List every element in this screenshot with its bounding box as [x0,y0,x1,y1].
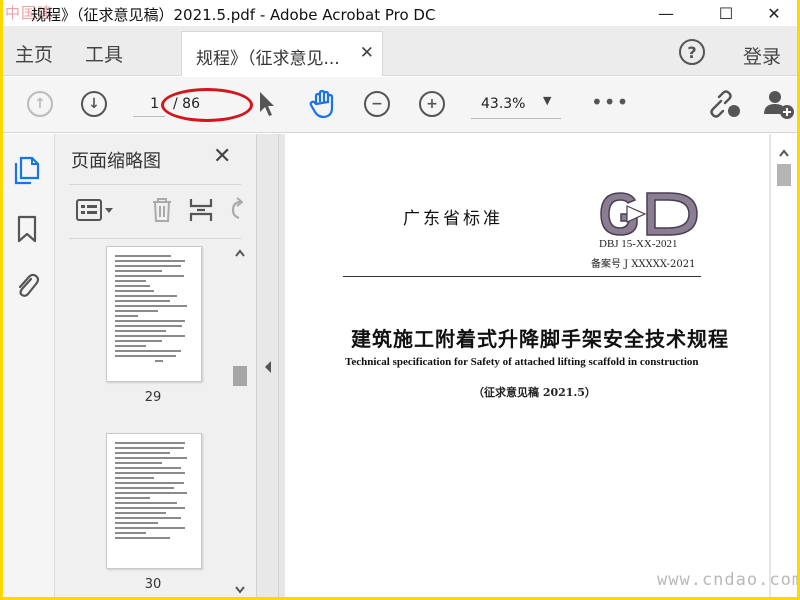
red-annotation-ellipse [161,88,253,122]
collapse-panel-bar[interactable] [257,134,279,597]
panel-close-icon[interactable]: ✕ [213,144,231,169]
next-page-button[interactable]: ↓ [81,91,107,117]
draft-label: （征求意见稿 2021.5） [473,386,596,399]
thumbnail-options-icon[interactable] [75,198,117,222]
panel-divider [69,238,241,239]
collapse-left-icon[interactable] [263,360,273,374]
select-tool-icon[interactable] [258,90,276,118]
delete-page-icon[interactable] [149,196,175,224]
watermark-bottom: www.cndao.com [657,570,797,590]
attachment-icon[interactable] [13,270,41,300]
insert-page-icon[interactable] [187,196,215,224]
document-tab-close-icon[interactable]: ✕ [360,43,374,63]
navigation-rail [3,134,55,597]
standard-code: DBJ 15-XX-2021 [599,238,678,250]
header-rule [343,276,701,277]
zoom-out-button[interactable]: − [364,91,390,117]
document-view: 广东省标准 GD DBJ 15-XX-2021 备案号 J XXXXX-2021… [279,134,797,597]
hand-tool-icon[interactable] [307,88,339,120]
minimize-button[interactable]: — [643,0,689,26]
chevron-down-icon[interactable]: ▼ [543,94,551,107]
document-tab-label: 规程》（征求意见... [196,49,340,69]
zoom-in-button[interactable]: + [419,91,445,117]
document-title-cn: 建筑施工附着式升降脚手架安全技术规程 [351,327,729,351]
acrobat-window: 中国建 规程》（征求意见稿）2021.5.pdf - Adobe Acrobat… [3,0,797,597]
panel-title: 页面缩略图 [71,151,161,172]
thumbnail-scrollbar[interactable] [231,246,249,597]
zoom-value: 43.3% [481,96,526,112]
share-link-icon[interactable] [709,89,743,119]
scrollbar-thumb[interactable] [233,366,247,386]
window-title: 规程》（征求意见稿）2021.5.pdf - Adobe Acrobat Pro… [31,6,436,24]
help-icon[interactable]: ? [679,39,705,65]
page-thumbnail[interactable] [106,433,202,569]
page-thumbnails-icon[interactable] [13,156,41,186]
maximize-button[interactable]: ☐ [703,0,749,26]
pdf-page: 广东省标准 GD DBJ 15-XX-2021 备案号 J XXXXX-2021… [285,134,769,597]
add-user-icon[interactable] [763,88,795,120]
bookmark-icon[interactable] [13,214,41,244]
login-button[interactable]: 登录 [743,42,781,69]
scroll-down-icon[interactable] [234,585,246,595]
title-bar: 中国建 规程》（征求意见稿）2021.5.pdf - Adobe Acrobat… [3,0,797,26]
more-tools-button[interactable]: ••• [591,90,629,114]
thumbnail-panel: 页面缩略图 ✕ 29 30 [55,134,257,597]
scroll-up-icon[interactable] [234,248,246,258]
thumbnail-label: 29 [144,390,162,405]
rotate-page-icon[interactable] [227,196,243,224]
tab-bar: 主页 工具 规程》（征求意见... ✕ ? 登录 [3,26,797,76]
record-number: 备案号 J XXXXX-2021 [591,259,696,270]
home-menu[interactable]: 主页 [15,40,53,67]
close-button[interactable]: ✕ [751,0,797,26]
panel-divider [69,184,241,185]
document-title-en: Technical specification for Safety of at… [345,356,699,368]
page-thumbnail[interactable] [106,246,202,382]
document-tab[interactable]: 规程》（征求意见... ✕ [181,31,383,76]
toolbar: ↑ ↓ 1 / 86 − + 43.3% ▼ ••• [3,77,797,133]
thumbnail-label: 30 [144,577,162,592]
scroll-up-icon[interactable] [778,148,790,158]
scrollbar-thumb[interactable] [777,164,791,186]
gd-logo [600,192,698,236]
previous-page-button[interactable]: ↑ [27,91,53,117]
standard-name: 广东省标准 [403,209,503,229]
document-scrollbar[interactable] [771,134,797,597]
tools-menu[interactable]: 工具 [85,40,123,67]
